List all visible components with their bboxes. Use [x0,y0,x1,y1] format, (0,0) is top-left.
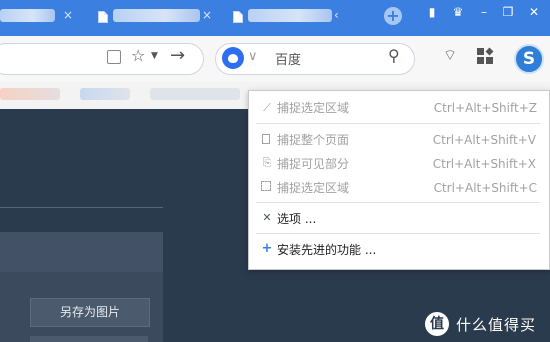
screenshot-extension-icon[interactable]: S [514,44,544,74]
plus-icon: + [261,241,273,256]
tab-title-blurred[interactable] [113,9,200,22]
visible-part-icon: ⎘ [262,156,272,169]
secondary-button[interactable] [30,336,148,342]
wifi-icon[interactable]: ⌔ [443,46,457,65]
page-panel-header [0,232,163,272]
selection-icon [261,181,271,191]
bookmark-blurred[interactable] [150,88,240,100]
menu-item-shortcut: Ctrl+Alt+Shift+V [432,133,536,147]
bookmark-blurred[interactable] [80,88,130,100]
menu-item-capture-visible-label[interactable]: 捕捉可见部分 [277,157,349,171]
search-placeholder: 百度 [275,53,302,68]
apps-grid-icon[interactable] [477,47,494,64]
shirt-skin-icon[interactable]: ♛ [450,4,466,20]
menu-item-shortcut: Ctrl+Alt+Shift+X [432,157,536,171]
tab-scroll-left-icon[interactable]: ‹ [334,9,344,21]
tab-close-icon[interactable]: × [63,9,73,21]
close-window-icon[interactable]: ✕ [526,4,542,20]
baidu-paw-icon[interactable] [222,47,244,69]
tab-title-blurred[interactable] [248,9,332,22]
bookmark-dropdown-icon[interactable]: ▼ [151,51,158,61]
search-box[interactable] [215,43,415,75]
page-icon [262,134,270,144]
watermark-logo: 值 [425,312,449,336]
menu-item-shortcut: Ctrl+Alt+Shift+C [433,181,537,195]
forward-arrow-icon[interactable]: → [170,45,185,66]
tools-icon: ✕ [262,211,272,224]
maximize-icon[interactable]: ❐ [500,4,516,20]
menu-item-install-advanced-label[interactable]: 安装先进的功能 ... [277,243,376,257]
minimize-icon[interactable]: – [476,4,492,20]
tab-favicon-icon [98,11,108,23]
menu-separator [256,233,540,234]
bookmark-blurred[interactable] [0,88,60,100]
bookmark-star-icon[interactable]: ☆ [131,46,145,65]
tab-favicon-icon [233,11,243,23]
tab-title-blurred[interactable] [0,9,55,22]
menu-item-capture-selection-label[interactable]: 捕捉选定区域 [277,181,349,195]
tab-close-icon[interactable]: × [202,9,212,21]
menu-separator [256,202,540,203]
menu-item-shortcut: Ctrl+Alt+Shift+Z [433,101,537,115]
region-capture-icon: ⟋ [263,101,271,114]
watermark-text: 什么值得买 [456,316,537,334]
reader-mode-icon[interactable] [107,50,121,64]
save-as-image-button[interactable]: 另存为图片 [30,298,150,327]
menu-separator [256,123,540,124]
new-tab-icon[interactable]: + [384,7,402,25]
search-engine-dropdown-icon[interactable]: ∨ [248,49,258,64]
search-icon[interactable]: ⚲ [388,46,400,65]
menu-item-capture-page-label[interactable]: 捕捉整个页面 [277,133,349,147]
menu-item-capture-region-label[interactable]: 捕捉选定区域 [277,101,349,115]
restore-tabs-icon[interactable]: ▮ [424,4,440,20]
divider [0,207,163,208]
menu-item-options-label[interactable]: 选项 ... [277,212,316,226]
